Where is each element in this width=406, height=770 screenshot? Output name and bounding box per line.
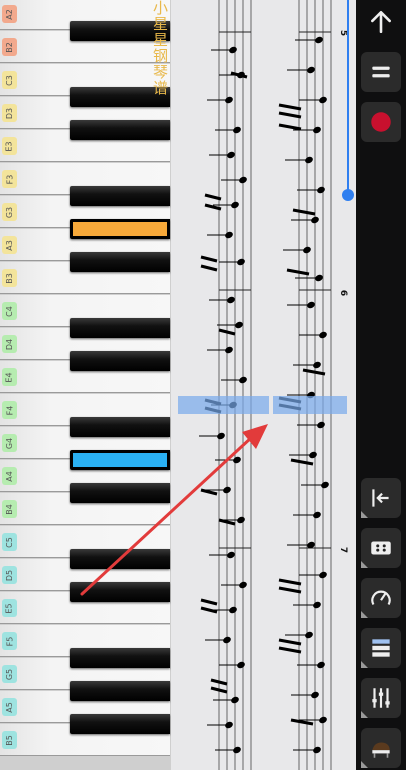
key-label: F5	[2, 632, 17, 650]
piano-instrument-icon	[372, 742, 390, 758]
black-key[interactable]	[70, 351, 170, 371]
exit-icon	[372, 489, 389, 507]
key-label: B5	[2, 731, 17, 749]
speed-button[interactable]	[361, 578, 401, 618]
key-label: B2	[2, 38, 17, 56]
key-label: E3	[2, 137, 17, 155]
piano-keyboard[interactable]: A2 B2 C3 D3 E3 F3 G3 A3 B3 C4 D4 E4 F4 G4 A4 B4 C5 D5 E5 F5…	[0, 0, 171, 770]
key-label: A3	[2, 236, 17, 254]
menu-button[interactable]	[361, 52, 401, 92]
key-label: B3	[2, 269, 17, 287]
key-label: C4	[2, 302, 17, 320]
right-toolbar	[356, 0, 406, 770]
key-label: A4	[2, 467, 17, 485]
keyboard-display-icon	[371, 541, 391, 555]
black-key[interactable]	[70, 252, 170, 272]
record-icon	[371, 112, 391, 132]
black-key[interactable]	[70, 681, 170, 701]
arrow-up-icon	[371, 10, 391, 34]
black-key[interactable]	[70, 120, 170, 140]
key-label: G4	[2, 434, 17, 452]
black-key[interactable]	[70, 714, 170, 734]
key-label: B4	[2, 500, 17, 518]
key-label: E5	[2, 599, 17, 617]
key-label: G3	[2, 203, 17, 221]
mixer-icon	[372, 688, 390, 708]
black-key[interactable]	[70, 417, 170, 437]
key-label: D3	[2, 104, 17, 122]
metronome-icon	[371, 590, 391, 606]
keyboard-display-button[interactable]	[361, 528, 401, 568]
key-label: D5	[2, 566, 17, 584]
key-label: A2	[2, 5, 17, 23]
black-key[interactable]	[70, 483, 170, 503]
key-label: C5	[2, 533, 17, 551]
key-label: A5	[2, 698, 17, 716]
black-key[interactable]	[70, 648, 170, 668]
mixer-button[interactable]	[361, 678, 401, 718]
key-label: C3	[2, 71, 17, 89]
black-key[interactable]	[70, 582, 170, 602]
key-label: F3	[2, 170, 17, 188]
sheet-music-view[interactable]: 5 6 7	[171, 0, 356, 770]
black-key[interactable]	[70, 549, 170, 569]
key-label: E4	[2, 368, 17, 386]
key-label: F4	[2, 401, 17, 419]
black-key[interactable]	[70, 318, 170, 338]
black-key-active[interactable]	[70, 219, 170, 239]
black-key[interactable]	[70, 186, 170, 206]
key-label: G5	[2, 665, 17, 683]
sheet-icon	[372, 639, 390, 657]
key-label: D4	[2, 335, 17, 353]
instrument-button[interactable]	[361, 728, 401, 768]
menu-icon	[372, 66, 390, 78]
record-button[interactable]	[361, 102, 401, 142]
progress-indicator[interactable]	[171, 0, 356, 770]
sheet-button[interactable]	[361, 628, 401, 668]
song-title: 小星星钢琴谱	[151, 0, 169, 96]
back-button[interactable]	[361, 2, 401, 42]
black-key-active[interactable]	[70, 450, 170, 470]
exit-button[interactable]	[361, 478, 401, 518]
